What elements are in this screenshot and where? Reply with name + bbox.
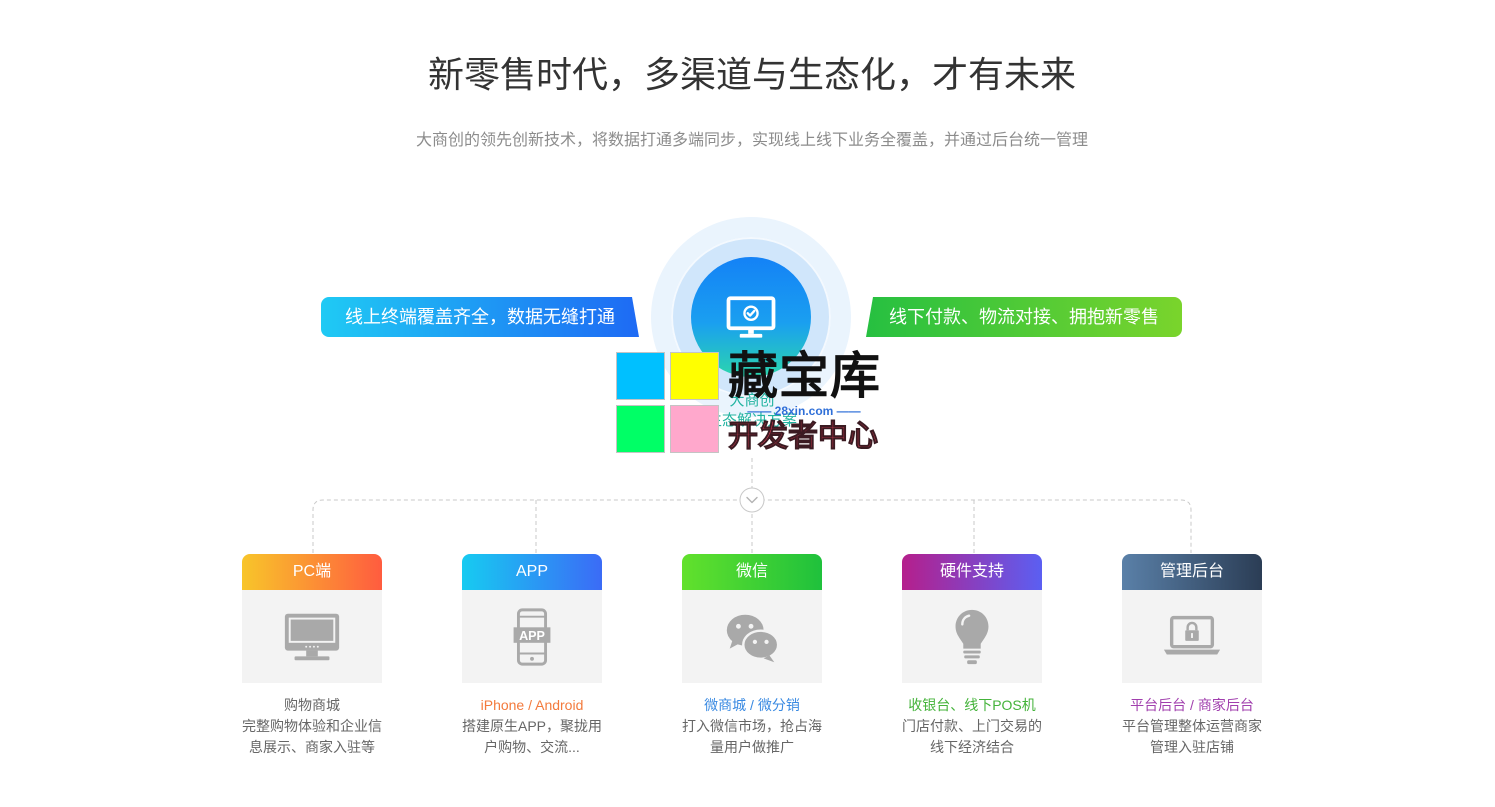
channel-card-header: 管理后台 xyxy=(1122,554,1262,590)
app-icon-label: APP xyxy=(519,628,545,642)
channel-card-pc: PC端 购物商城 完整购物体验和企业信 息展示、商家入驻等 xyxy=(242,554,382,758)
watermark-site: —— 28xin.com —— xyxy=(747,404,861,418)
channel-card-caption: 收银台、线下POS机 门店付款、上门交易的 线下经济结合 xyxy=(882,695,1062,758)
channel-card-wechat: 微信 微商城 / 微分销 打入微信市场，抢占海 量用户做推广 xyxy=(682,554,822,758)
watermark-tile xyxy=(616,405,665,453)
channel-card-caption: iPhone / Android 搭建原生APP，聚拢用 户购物、交流... xyxy=(442,695,622,758)
channel-card-description-line: 息展示、商家入驻等 xyxy=(249,739,375,755)
channel-card-caption: 购物商城 完整购物体验和企业信 息展示、商家入驻等 xyxy=(222,695,402,758)
channel-card-icon-area: APP xyxy=(462,590,602,683)
watermark-tile xyxy=(616,352,665,400)
watermark-tile xyxy=(670,405,719,453)
channel-card-hardware: 硬件支持 收银台、线下POS机 门店付款、上门交易的 线下经济结合 xyxy=(902,554,1042,758)
watermark-tagline: 开发者中心 xyxy=(728,420,879,454)
channel-card-description-line: 线下经济结合 xyxy=(930,739,1014,755)
online-coverage-tag: 线上终端覆盖齐全，数据无缝打通 xyxy=(321,297,639,337)
channel-card-description-line: 户购物、交流... xyxy=(484,739,580,755)
channel-card-headline: 平台后台 / 商家后台 xyxy=(1130,697,1254,713)
chevron-down-icon xyxy=(739,487,765,513)
watermark-brand: 藏宝库 xyxy=(728,348,881,404)
channel-card-description-line: 管理入驻店铺 xyxy=(1150,739,1234,755)
channel-card-header: APP xyxy=(462,554,602,590)
channel-card-description-line: 搭建原生APP，聚拢用 xyxy=(461,718,602,734)
desktop-monitor-icon xyxy=(284,613,340,660)
laptop-lock-icon xyxy=(1163,615,1221,654)
channel-card-headline: 收银台、线下POS机 xyxy=(908,697,1036,713)
channel-card-icon-area xyxy=(242,590,382,683)
channel-card-admin: 管理后台 平台后台 / 商家后台 平台管理整体运营商家 管理入驻店铺 xyxy=(1122,554,1262,758)
channel-card-header: PC端 xyxy=(242,554,382,590)
channel-card-description-line: 门店付款、上门交易的 xyxy=(902,718,1042,734)
watermark-tile xyxy=(670,352,719,400)
channel-card-app: APP APP iPhone / Android 搭建原生APP，聚拢用 户购物… xyxy=(462,554,602,758)
channel-card-icon-area xyxy=(682,590,822,683)
offline-retail-tag: 线下付款、物流对接、拥抱新零售 xyxy=(866,297,1182,337)
watermark-logo: 藏宝库 —— 28xin.com —— 开发者中心 xyxy=(614,349,882,457)
channel-card-description-line: 平台管理整体运营商家 xyxy=(1122,718,1262,734)
channel-card-headline: 微商城 / 微分销 xyxy=(704,697,800,713)
channel-card-description-line: 打入微信市场，抢占海 xyxy=(682,718,822,734)
channel-card-description-line: 完整购物体验和企业信 xyxy=(242,718,382,734)
channel-card-icon-area xyxy=(1122,590,1262,683)
channel-card-header: 硬件支持 xyxy=(902,554,1042,590)
channel-card-caption: 平台后台 / 商家后台 平台管理整体运营商家 管理入驻店铺 xyxy=(1102,695,1282,758)
channel-card-header: 微信 xyxy=(682,554,822,590)
channel-card-description-line: 量用户做推广 xyxy=(710,739,794,755)
channel-card-headline: 购物商城 xyxy=(284,697,340,713)
monitor-check-icon xyxy=(726,296,776,338)
channel-card-caption: 微商城 / 微分销 打入微信市场，抢占海 量用户做推广 xyxy=(662,695,842,758)
mobile-app-icon: APP xyxy=(513,607,551,666)
wechat-icon xyxy=(726,614,780,662)
channel-card-icon-area xyxy=(902,590,1042,683)
channel-card-headline: iPhone / Android xyxy=(480,697,584,713)
lightbulb-icon xyxy=(955,609,989,664)
